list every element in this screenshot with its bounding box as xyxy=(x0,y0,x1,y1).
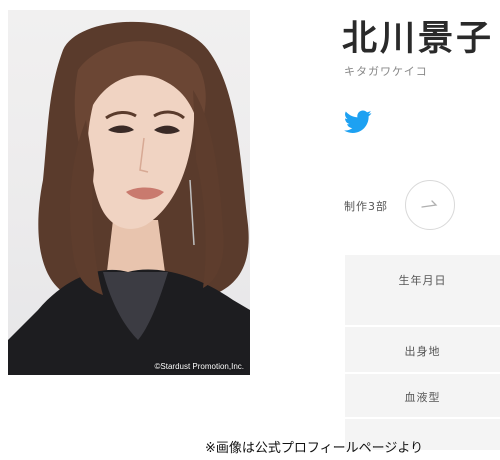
field-birthdate: 生年月日 xyxy=(398,274,447,287)
divider xyxy=(345,417,500,419)
works-label: 制作3部 xyxy=(344,200,388,213)
twitter-bird-icon xyxy=(344,110,372,133)
profile-name-kana: キタガワケイコ xyxy=(344,65,428,78)
photo-credit: ©Stardust Promotion,Inc. xyxy=(154,362,245,371)
field-birthplace: 出身地 xyxy=(404,345,441,358)
field-blood-type: 血液型 xyxy=(404,391,441,404)
profile-name: 北川景子 xyxy=(342,19,495,59)
profile-photo: ©Stardust Promotion,Inc. xyxy=(8,10,250,375)
divider xyxy=(345,325,500,327)
twitter-link[interactable] xyxy=(344,110,372,134)
profile-detail-panel: 生年月日 出身地 血液型 xyxy=(345,255,500,450)
image-source-caption: ※画像は公式プロフィールページより xyxy=(205,441,424,456)
arrow-icon xyxy=(421,200,438,208)
divider xyxy=(345,372,500,374)
portrait-illustration xyxy=(8,21,250,375)
works-arrow-button[interactable] xyxy=(405,180,455,230)
